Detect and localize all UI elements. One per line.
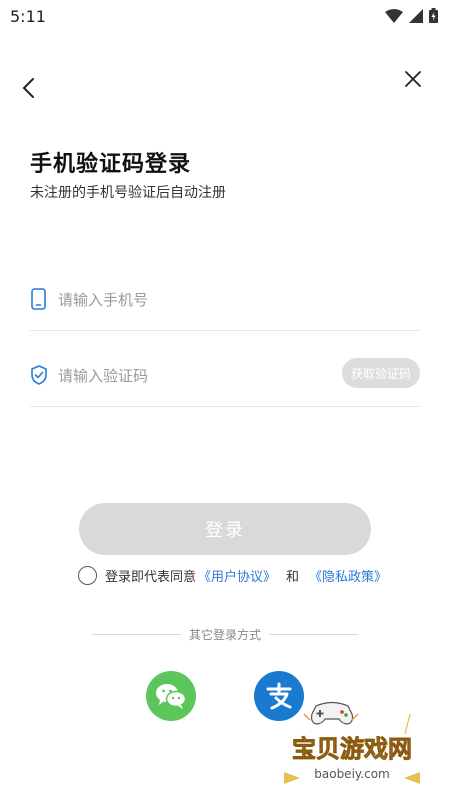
code-field: 获取验证码 (30, 346, 420, 407)
divider-line-left (92, 634, 181, 635)
status-time: 5:11 (10, 7, 46, 26)
battery-icon (429, 8, 438, 23)
code-input[interactable] (56, 360, 350, 392)
watermark-title: 宝贝游戏网 (292, 735, 412, 763)
back-arrow-icon[interactable] (18, 76, 42, 100)
agreement-row: 登录即代表同意 《用户协议》 和 《隐私政策》 (78, 566, 389, 585)
close-icon[interactable] (402, 68, 424, 90)
status-bar: 5:11 (0, 0, 450, 34)
wechat-icon (156, 684, 187, 709)
agreement-and: 和 (286, 570, 300, 585)
agreement-prefix: 登录即代表同意 (105, 570, 197, 585)
privacy-policy-link[interactable]: 《隐私政策》 (309, 566, 387, 585)
watermark-url: baobeiy.com (314, 767, 389, 781)
watermark-logo: 宝贝游戏网 baobeiy.com (272, 700, 432, 790)
other-login-divider: 其它登录方式 (92, 626, 359, 643)
signal-icon (409, 8, 423, 23)
wifi-icon (385, 8, 403, 23)
phone-field (30, 270, 420, 331)
agree-radio[interactable] (78, 566, 97, 585)
login-button[interactable]: 登录 (79, 503, 371, 555)
phone-input[interactable] (56, 284, 350, 316)
user-agreement-link[interactable]: 《用户协议》 (198, 566, 276, 585)
shield-check-icon (31, 365, 47, 385)
login-screen: 5:11 手机验证码登录 未注册的手机号验证后自动注册 请输入手机号 请输入验证… (0, 0, 450, 800)
page-title: 手机验证码登录 (30, 152, 192, 177)
game-controller-icon: 宝贝游戏网 baobeiy.com (284, 701, 420, 784)
divider-line-right (269, 634, 359, 635)
other-login-label: 其它登录方式 (189, 628, 262, 642)
phone-icon (31, 288, 46, 310)
get-code-button[interactable]: 获取验证码 (342, 358, 420, 388)
page-subtitle: 未注册的手机号验证后自动注册 (30, 185, 226, 201)
status-icons (385, 8, 438, 23)
wechat-login-button[interactable] (146, 671, 196, 721)
